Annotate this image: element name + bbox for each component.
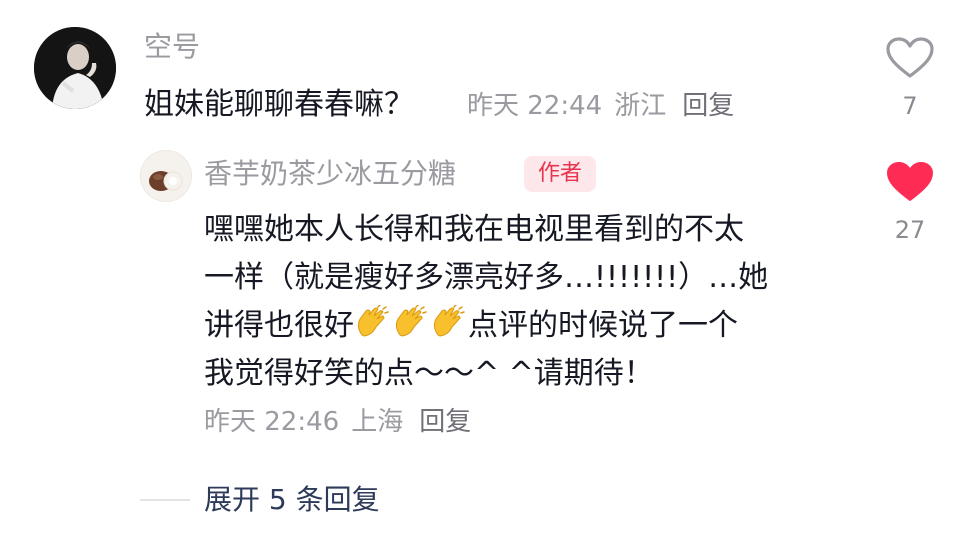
like-count: 7 bbox=[902, 92, 918, 120]
comment-meta: 昨天 22:44 浙江 回复 bbox=[467, 88, 746, 124]
clap-emoji-group bbox=[354, 305, 468, 343]
reply-time: 昨天 22:46 bbox=[204, 407, 340, 437]
like-button[interactable] bbox=[884, 36, 936, 80]
clapping-hands-icon bbox=[357, 305, 389, 337]
reply-meta: 昨天 22:46 上海 回复 bbox=[204, 404, 483, 440]
reply-text-line: 一样（就是瘦好多漂亮好多…!!!!!!!）…她 bbox=[204, 260, 769, 295]
reply-text-segment: 讲得也很好 bbox=[204, 308, 354, 343]
heart-outline-icon bbox=[886, 37, 934, 78]
heart-filled-icon bbox=[887, 162, 933, 201]
reply-button[interactable]: 回复 bbox=[682, 91, 734, 121]
reply-location: 上海 bbox=[351, 407, 404, 437]
reply-button[interactable]: 回复 bbox=[419, 407, 471, 437]
clapping-hands-icon bbox=[395, 305, 427, 337]
comment-text: 姐妹能聊聊春春嘛？ bbox=[144, 87, 414, 122]
user-avatar[interactable] bbox=[34, 27, 116, 109]
comment-time: 昨天 22:44 bbox=[467, 91, 603, 121]
reply-text-line: 我觉得好笑的点～～^ ^请期待！ bbox=[204, 356, 654, 391]
reply-text-segment: 点评的时候说了一个 bbox=[468, 308, 738, 343]
comment-username[interactable]: 空号 bbox=[144, 27, 200, 67]
author-badge: 作者 bbox=[524, 156, 597, 192]
reply-text-line: 嘿嘿她本人长得和我在电视里看到的不太 bbox=[204, 212, 744, 247]
reply-text-line: 讲得也很好 点评的时候说了一个 bbox=[204, 302, 864, 350]
like-count: 27 bbox=[894, 216, 926, 244]
comment-location: 浙江 bbox=[614, 91, 667, 121]
author-avatar[interactable] bbox=[140, 150, 192, 202]
avatar-image bbox=[34, 27, 116, 109]
expand-replies-button[interactable]: 展开 5 条回复 bbox=[140, 478, 380, 522]
like-button[interactable] bbox=[884, 160, 936, 204]
avatar-image bbox=[141, 151, 191, 201]
clapping-hands-icon bbox=[433, 305, 465, 337]
expand-replies-label: 展开 5 条回复 bbox=[204, 483, 380, 516]
reply-text: 嘿嘿她本人长得和我在电视里看到的不太 一样（就是瘦好多漂亮好多…!!!!!!!）… bbox=[204, 206, 864, 398]
expand-divider bbox=[140, 499, 190, 501]
author-username[interactable]: 香芋奶茶少冰五分糖 bbox=[204, 154, 456, 194]
